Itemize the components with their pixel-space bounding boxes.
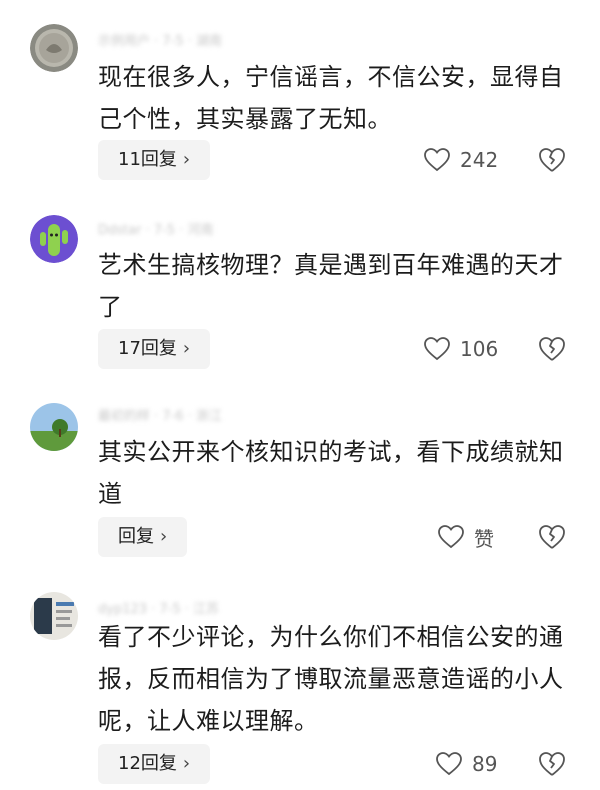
dislike-button[interactable] (538, 750, 566, 778)
heart-icon (436, 752, 462, 776)
like-count: 89 (472, 752, 498, 776)
like-count: 106 (460, 337, 499, 361)
heart-icon (424, 337, 450, 361)
heart-icon (424, 148, 450, 172)
chevron-right-icon: › (182, 149, 191, 170)
like-button[interactable]: 89 (436, 744, 497, 784)
reply-label: 11回复 (118, 149, 177, 170)
reply-button[interactable]: 12回复 › (98, 744, 211, 784)
broken-heart-icon (539, 752, 565, 776)
cactus-avatar-icon (30, 215, 78, 263)
reply-label: 回复 (118, 526, 154, 547)
avatar[interactable] (30, 592, 78, 640)
comment-text: 其实公开来个核知识的考试，看下成绩就知道 (98, 438, 564, 508)
broken-heart-icon (539, 148, 565, 172)
comment-text: 现在很多人，宁信谣言，不信公安，显得自己个性，其实暴露了无知。 (98, 63, 564, 133)
like-button[interactable]: 赞 (438, 517, 494, 557)
reply-button[interactable]: 回复 › (98, 517, 188, 557)
chevron-right-icon: › (160, 526, 168, 547)
landscape-avatar-icon (30, 403, 78, 451)
comment-text: 看了不少评论，为什么你们不相信公安的通报，反而相信为了博取流量恶意造谣的小人呢，… (98, 623, 564, 735)
reply-label: 12回复 (118, 753, 177, 774)
comment-meta: dyp123 · 7-5 · 江苏 (98, 602, 220, 617)
like-label: 赞 (474, 526, 494, 551)
dislike-button[interactable] (538, 523, 566, 551)
comment-meta: Ddstar · 7-5 · 河南 (98, 223, 214, 238)
avatar[interactable] (30, 24, 78, 72)
reply-label: 17回复 (118, 338, 177, 359)
avatar[interactable] (30, 215, 78, 263)
reply-button[interactable]: 17回复 › (98, 329, 211, 369)
comment-meta: 最初的样 · 7-6 · 浙江 (98, 409, 223, 424)
comment-text: 艺术生搞核物理？真是遇到百年难遇的天才了 (98, 251, 564, 321)
comment-meta: 示例用户 · 7-5 · 湖南 (98, 34, 223, 49)
broken-heart-icon (539, 525, 565, 549)
broken-heart-icon (539, 337, 565, 361)
like-button[interactable]: 242 (424, 140, 498, 180)
like-button[interactable]: 106 (424, 329, 498, 369)
coin-avatar-icon (30, 24, 78, 72)
avatar[interactable] (30, 403, 78, 451)
chevron-right-icon: › (182, 753, 191, 774)
heart-icon (438, 525, 464, 549)
photo-avatar-icon (30, 592, 78, 640)
dislike-button[interactable] (538, 335, 566, 363)
dislike-button[interactable] (538, 146, 566, 174)
like-count: 242 (460, 148, 499, 172)
reply-button[interactable]: 11回复 › (98, 140, 211, 180)
chevron-right-icon: › (182, 338, 191, 359)
